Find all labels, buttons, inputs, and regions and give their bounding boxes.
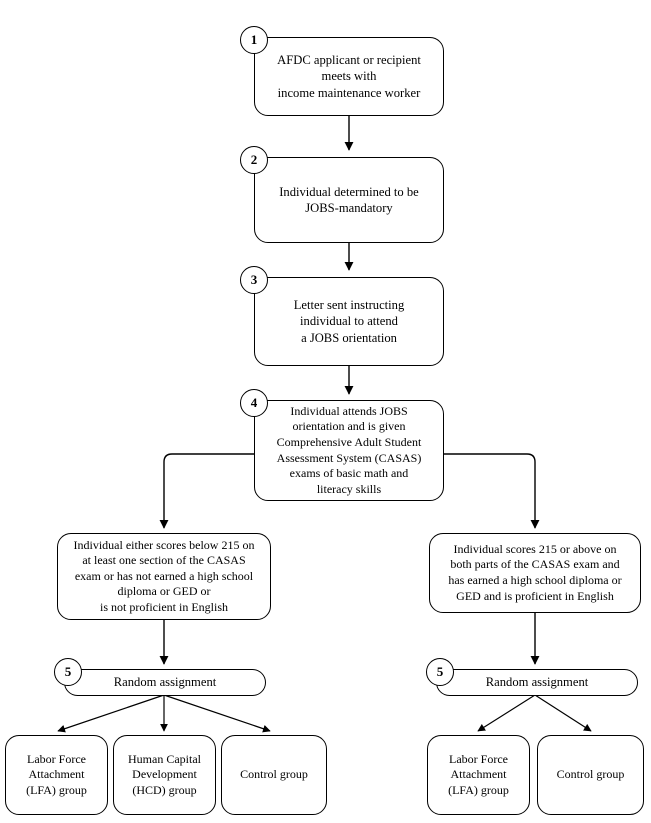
step-badge-4-label: 4 bbox=[250, 395, 258, 410]
step-box-2[interactable]: Individual determined to be JOBS-mandato… bbox=[254, 157, 444, 243]
connector-left-to-control bbox=[163, 694, 271, 733]
flowchart-canvas: AFDC applicant or recipient meets with i… bbox=[0, 0, 651, 823]
left-step-badge-5-label: 5 bbox=[64, 664, 72, 679]
right-step-badge-5-label: 5 bbox=[436, 664, 444, 679]
step-box-4[interactable]: Individual attends JOBS orientation and … bbox=[254, 400, 444, 501]
step-badge-2: 2 bbox=[240, 146, 268, 174]
connector-left-to-lfa bbox=[57, 694, 165, 733]
outcome-box-control-right[interactable]: Control group bbox=[537, 735, 644, 815]
step-box-2-text: Individual determined to be JOBS-mandato… bbox=[279, 184, 419, 215]
right-step-badge-5: 5 bbox=[426, 658, 454, 686]
outcome-box-control-left-text: Control group bbox=[240, 767, 308, 782]
outcome-box-lfa-left-text: Labor Force Attachment (LFA) group bbox=[26, 751, 87, 797]
outcome-box-hcd-left-text: Human Capital Development (HCD) group bbox=[128, 751, 201, 797]
right-random-assignment-box[interactable]: Random assignment bbox=[436, 669, 638, 696]
outcome-box-control-left[interactable]: Control group bbox=[221, 735, 327, 815]
right-criteria-box[interactable]: Individual scores 215 or above on both p… bbox=[429, 533, 641, 613]
outcome-box-lfa-right[interactable]: Labor Force Attachment (LFA) group bbox=[427, 735, 530, 815]
step-box-3[interactable]: Letter sent instructing individual to at… bbox=[254, 277, 444, 366]
left-random-assignment-box[interactable]: Random assignment bbox=[64, 669, 266, 696]
connector-right-to-lfa bbox=[477, 694, 536, 732]
outcome-box-hcd-left[interactable]: Human Capital Development (HCD) group bbox=[113, 735, 216, 815]
connector-4-to-right-criteria bbox=[444, 453, 540, 529]
left-criteria-box[interactable]: Individual either scores below 215 on at… bbox=[57, 533, 271, 620]
outcome-box-lfa-left[interactable]: Labor Force Attachment (LFA) group bbox=[5, 735, 108, 815]
outcome-box-control-right-text: Control group bbox=[556, 767, 625, 782]
left-step-badge-5: 5 bbox=[54, 658, 82, 686]
step-badge-2-label: 2 bbox=[250, 152, 258, 167]
step-badge-1-label: 1 bbox=[250, 32, 258, 47]
step-box-3-text: Letter sent instructing individual to at… bbox=[293, 297, 405, 345]
step-badge-3-label: 3 bbox=[250, 272, 258, 287]
step-box-1-text: AFDC applicant or recipient meets with i… bbox=[277, 52, 421, 100]
outcome-box-lfa-right-text: Labor Force Attachment (LFA) group bbox=[448, 751, 509, 797]
right-random-assignment-label: Random assignment bbox=[485, 675, 589, 690]
left-criteria-text: Individual either scores below 215 on at… bbox=[73, 537, 255, 614]
left-random-assignment-label: Random assignment bbox=[113, 675, 217, 690]
connector-right-to-control bbox=[534, 694, 592, 732]
step-box-1[interactable]: AFDC applicant or recipient meets with i… bbox=[254, 37, 444, 116]
right-criteria-text: Individual scores 215 or above on both p… bbox=[448, 541, 622, 603]
connector-4-to-left-criteria bbox=[159, 453, 254, 529]
step-badge-3: 3 bbox=[240, 266, 268, 294]
step-box-4-text: Individual attends JOBS orientation and … bbox=[276, 403, 422, 496]
step-badge-1: 1 bbox=[240, 26, 268, 54]
step-badge-4: 4 bbox=[240, 389, 268, 417]
